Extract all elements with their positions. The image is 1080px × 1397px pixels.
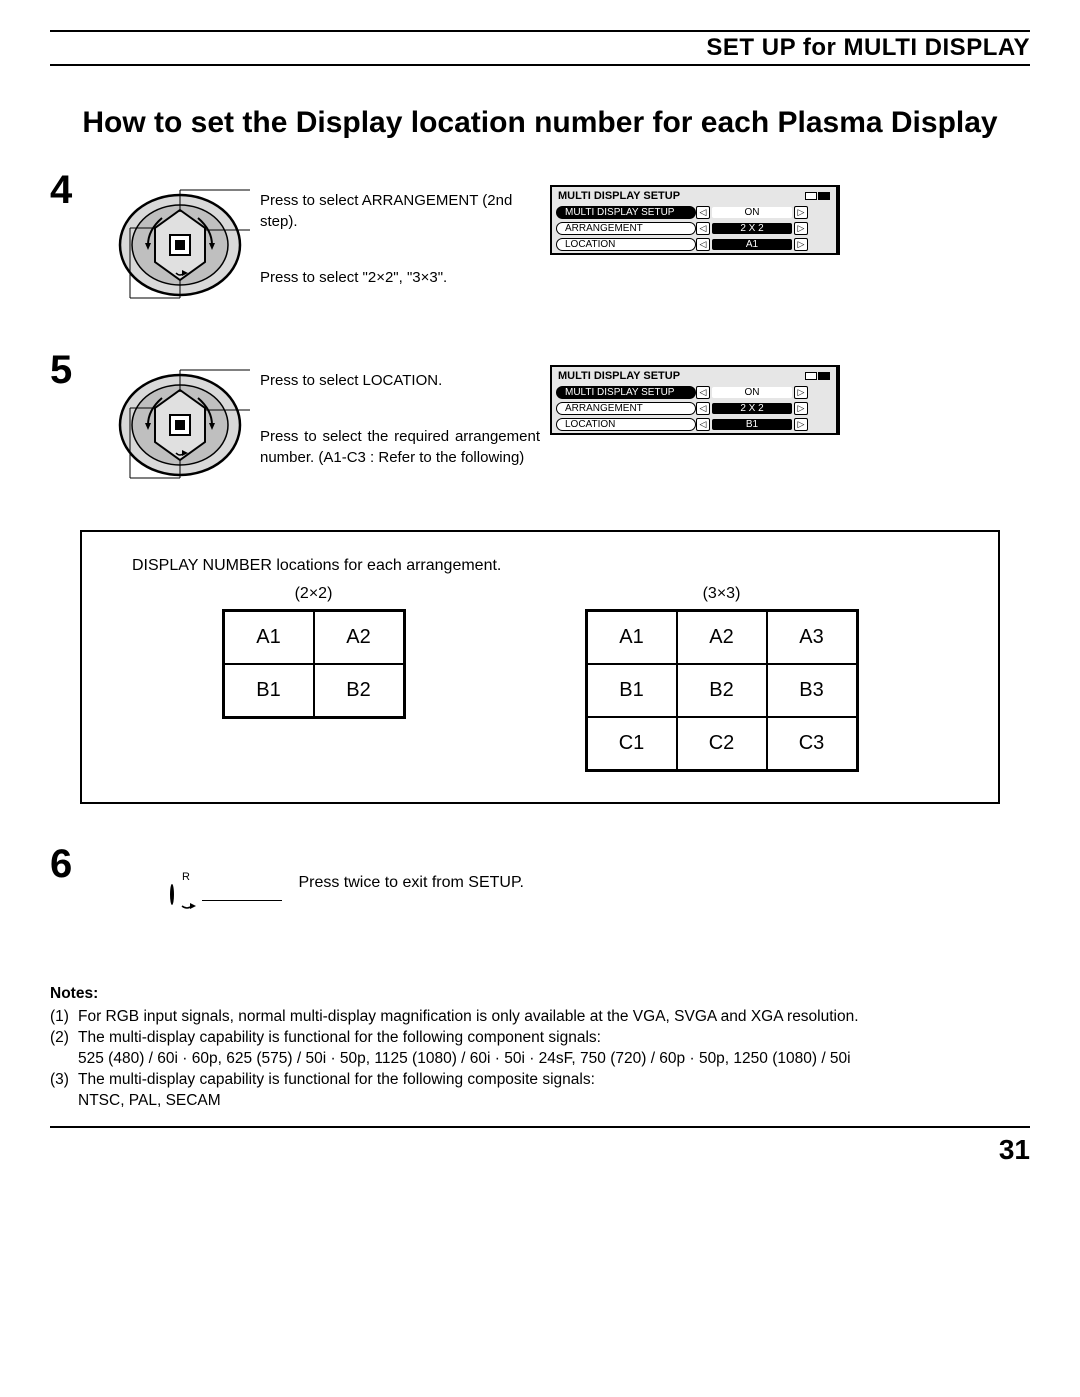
osd-row-label: MULTI DISPLAY SETUP	[556, 206, 696, 219]
arrow-left-icon: ◁	[696, 418, 710, 431]
osd-title: MULTI DISPLAY SETUP	[558, 190, 680, 202]
grid-3x3-group: (3×3) A1 A2 A3 B1 B2 B3 C1 C2 C3	[585, 585, 859, 772]
step-number: 5	[50, 350, 110, 390]
osd-row-label: LOCATION	[556, 238, 696, 251]
step5-instruction-2: Press to select the required arrangement…	[260, 426, 540, 468]
step5-instruction-1: Press to select LOCATION.	[260, 370, 540, 391]
osd-row-value: 2 X 2	[712, 223, 792, 234]
osd-row-value: B1	[712, 419, 792, 430]
grid-2x2-label: (2×2)	[222, 585, 406, 603]
osd-row-value: 2 X 2	[712, 403, 792, 414]
arrow-right-icon: ▷	[794, 206, 808, 219]
note-3-detail: NTSC, PAL, SECAM	[50, 1091, 1030, 1112]
step-6: 6 R Press twice to exit from SETUP.	[50, 844, 1030, 904]
grid-cell: A2	[314, 611, 404, 664]
arrow-right-icon: ▷	[794, 238, 808, 251]
grid-3x3-label: (3×3)	[585, 585, 859, 603]
note-1: (1) For RGB input signals, normal multi-…	[50, 1007, 1030, 1028]
step-5: 5 Pr	[50, 350, 1030, 490]
arrow-right-icon: ▷	[794, 418, 808, 431]
step4-instruction-2: Press to select "2×2", "3×3".	[260, 267, 540, 288]
section-title: SET UP for MULTI DISPLAY	[706, 34, 1030, 62]
step-number: 6	[50, 844, 110, 884]
arrow-right-icon: ▷	[794, 402, 808, 415]
r-button-icon: R	[170, 886, 174, 904]
grid-cell: C3	[767, 717, 857, 770]
remote-dpad-icon	[110, 170, 250, 310]
r-label: R	[182, 871, 190, 883]
grid-cell: A1	[224, 611, 314, 664]
note-2-detail: 525 (480) / 60i · 60p, 625 (575) / 50i ·…	[50, 1049, 1030, 1070]
notes-title: Notes:	[50, 984, 1030, 1005]
osd-row-label: LOCATION	[556, 418, 696, 431]
grid-cell: B2	[314, 664, 404, 717]
page-title: How to set the Display location number f…	[50, 106, 1030, 140]
arrow-left-icon: ◁	[696, 206, 710, 219]
grid-cell: B1	[224, 664, 314, 717]
grid-cell: C1	[587, 717, 677, 770]
note-3: (3) The multi-display capability is func…	[50, 1070, 1030, 1091]
step4-instruction-1: Press to select ARRANGEMENT (2nd step).	[260, 190, 540, 232]
step6-instruction: Press twice to exit from SETUP.	[298, 874, 524, 892]
header-rule: SET UP for MULTI DISPLAY	[50, 30, 1030, 66]
diagram-caption: DISPLAY NUMBER locations for each arrang…	[132, 557, 948, 575]
grid-cell: B1	[587, 664, 677, 717]
step-4: 4 Pr	[50, 170, 1030, 310]
footer-rule: 31	[50, 1126, 1030, 1166]
grid-cell: A1	[587, 611, 677, 664]
osd-panel-step4: MULTI DISPLAY SETUP MULTI DISPLAY SETUP …	[550, 185, 840, 255]
grid-2x2-group: (2×2) A1 A2 B1 B2	[222, 585, 406, 719]
osd-panel-step5: MULTI DISPLAY SETUP MULTI DISPLAY SETUP …	[550, 365, 840, 435]
arrow-left-icon: ◁	[696, 386, 710, 399]
location-diagram-box: DISPLAY NUMBER locations for each arrang…	[80, 530, 1000, 804]
arrow-left-icon: ◁	[696, 402, 710, 415]
osd-tabs-icon	[805, 372, 830, 380]
osd-row-value: A1	[712, 239, 792, 250]
osd-title: MULTI DISPLAY SETUP	[558, 370, 680, 382]
grid-cell: B2	[677, 664, 767, 717]
osd-row-label: ARRANGEMENT	[556, 222, 696, 235]
page-number: 31	[50, 1128, 1030, 1166]
arrow-right-icon: ▷	[794, 386, 808, 399]
arrow-left-icon: ◁	[696, 222, 710, 235]
step-number: 4	[50, 170, 110, 210]
osd-tabs-icon	[805, 192, 830, 200]
arrow-right-icon: ▷	[794, 222, 808, 235]
osd-row-label: ARRANGEMENT	[556, 402, 696, 415]
osd-row-label: MULTI DISPLAY SETUP	[556, 386, 696, 399]
osd-row-value: ON	[712, 207, 792, 218]
notes-section: Notes: (1) For RGB input signals, normal…	[50, 984, 1030, 1112]
grid-cell: B3	[767, 664, 857, 717]
arrow-left-icon: ◁	[696, 238, 710, 251]
grid-cell: A2	[677, 611, 767, 664]
grid-cell: C2	[677, 717, 767, 770]
grid-cell: A3	[767, 611, 857, 664]
remote-dpad-icon	[110, 350, 250, 490]
note-2: (2) The multi-display capability is func…	[50, 1028, 1030, 1049]
osd-row-value: ON	[712, 387, 792, 398]
page: SET UP for MULTI DISPLAY How to set the …	[0, 0, 1080, 1166]
